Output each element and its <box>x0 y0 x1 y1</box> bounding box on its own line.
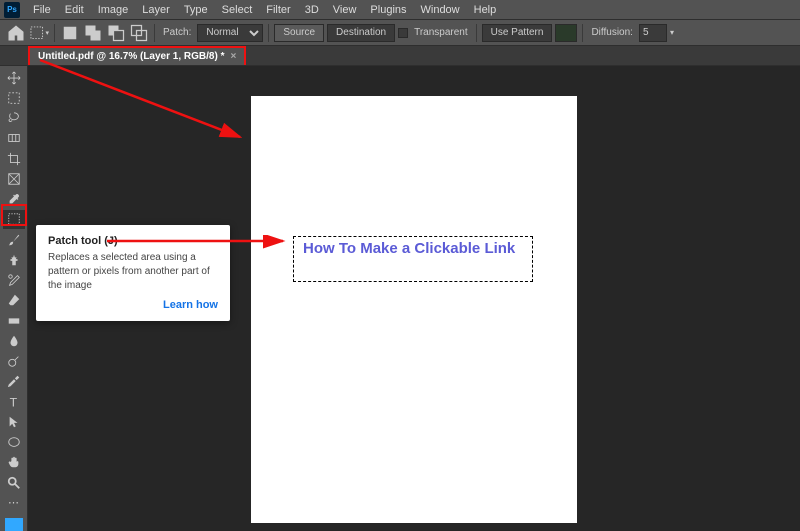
destination-button[interactable]: Destination <box>327 24 395 42</box>
photoshop-logo-icon: Ps <box>4 2 20 18</box>
eraser-tool[interactable] <box>3 291 25 310</box>
subtract-selection-icon[interactable] <box>106 23 126 43</box>
lasso-tool[interactable] <box>3 109 25 128</box>
foreground-color[interactable] <box>5 518 23 531</box>
transparent-label: Transparent <box>414 27 468 38</box>
menu-filter[interactable]: Filter <box>259 2 297 18</box>
tool-preset-icon[interactable]: ▾ <box>29 23 49 43</box>
menu-help[interactable]: Help <box>467 2 504 18</box>
menu-bar: Ps File Edit Image Layer Type Select Fil… <box>0 0 800 20</box>
transparent-checkbox[interactable] <box>398 28 408 38</box>
home-icon[interactable] <box>6 23 26 43</box>
history-brush-tool[interactable] <box>3 271 25 290</box>
tools-panel: T ⋯ <box>0 66 28 531</box>
pen-tool[interactable] <box>3 372 25 391</box>
hand-tool[interactable] <box>3 453 25 472</box>
use-pattern-button[interactable]: Use Pattern <box>482 24 553 42</box>
tool-tooltip: Patch tool (J) Replaces a selected area … <box>36 225 230 321</box>
menu-file[interactable]: File <box>26 2 58 18</box>
patch-label: Patch: <box>163 27 191 38</box>
svg-text:T: T <box>9 395 17 409</box>
frame-tool[interactable] <box>3 169 25 188</box>
document-tab-bar: Untitled.pdf @ 16.7% (Layer 1, RGB/8) * … <box>0 46 800 66</box>
close-icon[interactable]: × <box>230 51 236 62</box>
shape-tool[interactable] <box>3 433 25 452</box>
menu-image[interactable]: Image <box>91 2 136 18</box>
gradient-tool[interactable] <box>3 311 25 330</box>
patch-mode-select[interactable]: Normal <box>197 24 263 42</box>
options-bar: ▾ Patch: Normal Source Destination Trans… <box>0 20 800 46</box>
tooltip-title: Patch tool (J) <box>48 235 218 247</box>
menu-select[interactable]: Select <box>215 2 260 18</box>
menu-window[interactable]: Window <box>414 2 467 18</box>
menu-plugins[interactable]: Plugins <box>363 2 413 18</box>
zoom-tool[interactable] <box>3 473 25 492</box>
annotation-highlight <box>1 204 27 226</box>
diffusion-label: Diffusion: <box>591 27 633 38</box>
diffusion-input[interactable] <box>639 24 667 42</box>
marquee-tool[interactable] <box>3 88 25 107</box>
menu-view[interactable]: View <box>326 2 364 18</box>
menu-type[interactable]: Type <box>177 2 215 18</box>
path-selection-tool[interactable] <box>3 412 25 431</box>
edit-toolbar[interactable]: ⋯ <box>3 493 25 512</box>
intersect-selection-icon[interactable] <box>129 23 149 43</box>
document-tab[interactable]: Untitled.pdf @ 16.7% (Layer 1, RGB/8) * … <box>28 46 246 65</box>
crop-tool[interactable] <box>3 149 25 168</box>
canvas-text: How To Make a Clickable Link <box>303 239 515 259</box>
selection-tool[interactable] <box>3 129 25 148</box>
new-selection-icon[interactable] <box>60 23 80 43</box>
clone-stamp-tool[interactable] <box>3 250 25 269</box>
menu-3d[interactable]: 3D <box>298 2 326 18</box>
pattern-swatch[interactable] <box>555 24 577 42</box>
menu-edit[interactable]: Edit <box>58 2 91 18</box>
blur-tool[interactable] <box>3 331 25 350</box>
brush-tool[interactable] <box>3 230 25 249</box>
source-button[interactable]: Source <box>274 24 324 42</box>
type-tool[interactable]: T <box>3 392 25 411</box>
add-selection-icon[interactable] <box>83 23 103 43</box>
document-canvas[interactable]: How To Make a Clickable Link <box>251 96 577 523</box>
dodge-tool[interactable] <box>3 352 25 371</box>
tab-title: Untitled.pdf @ 16.7% (Layer 1, RGB/8) * <box>38 51 224 62</box>
menu-layer[interactable]: Layer <box>135 2 177 18</box>
tooltip-description: Replaces a selected area using a pattern… <box>48 251 218 293</box>
move-tool[interactable] <box>3 68 25 87</box>
learn-how-link[interactable]: Learn how <box>48 299 218 311</box>
